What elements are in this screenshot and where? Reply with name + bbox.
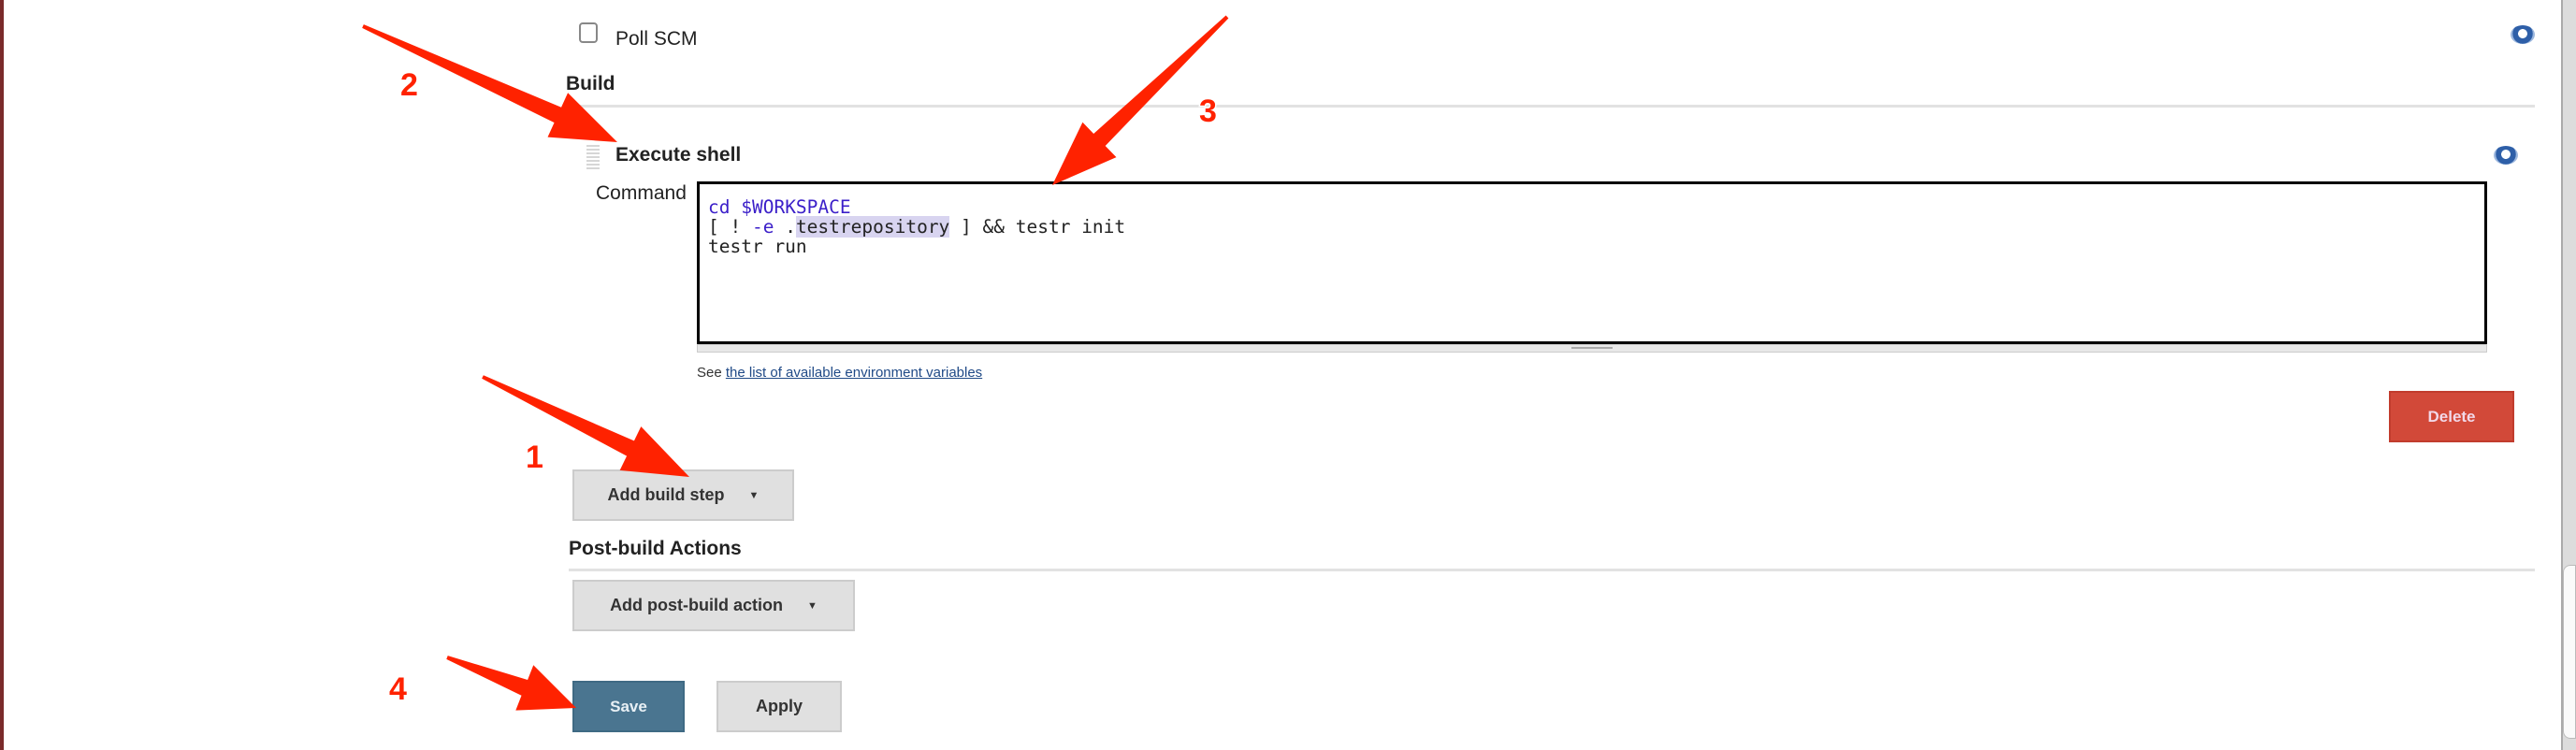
annotation-number: 1 (526, 440, 543, 475)
annotation-arrow (482, 375, 689, 477)
annotation-number: 3 (1199, 94, 1217, 129)
annotation-number: 4 (389, 671, 407, 707)
annotation-arrow (446, 656, 576, 711)
annotation-overlay: 1 2 3 4 (362, 15, 1229, 711)
annotation-number: 2 (400, 67, 418, 103)
